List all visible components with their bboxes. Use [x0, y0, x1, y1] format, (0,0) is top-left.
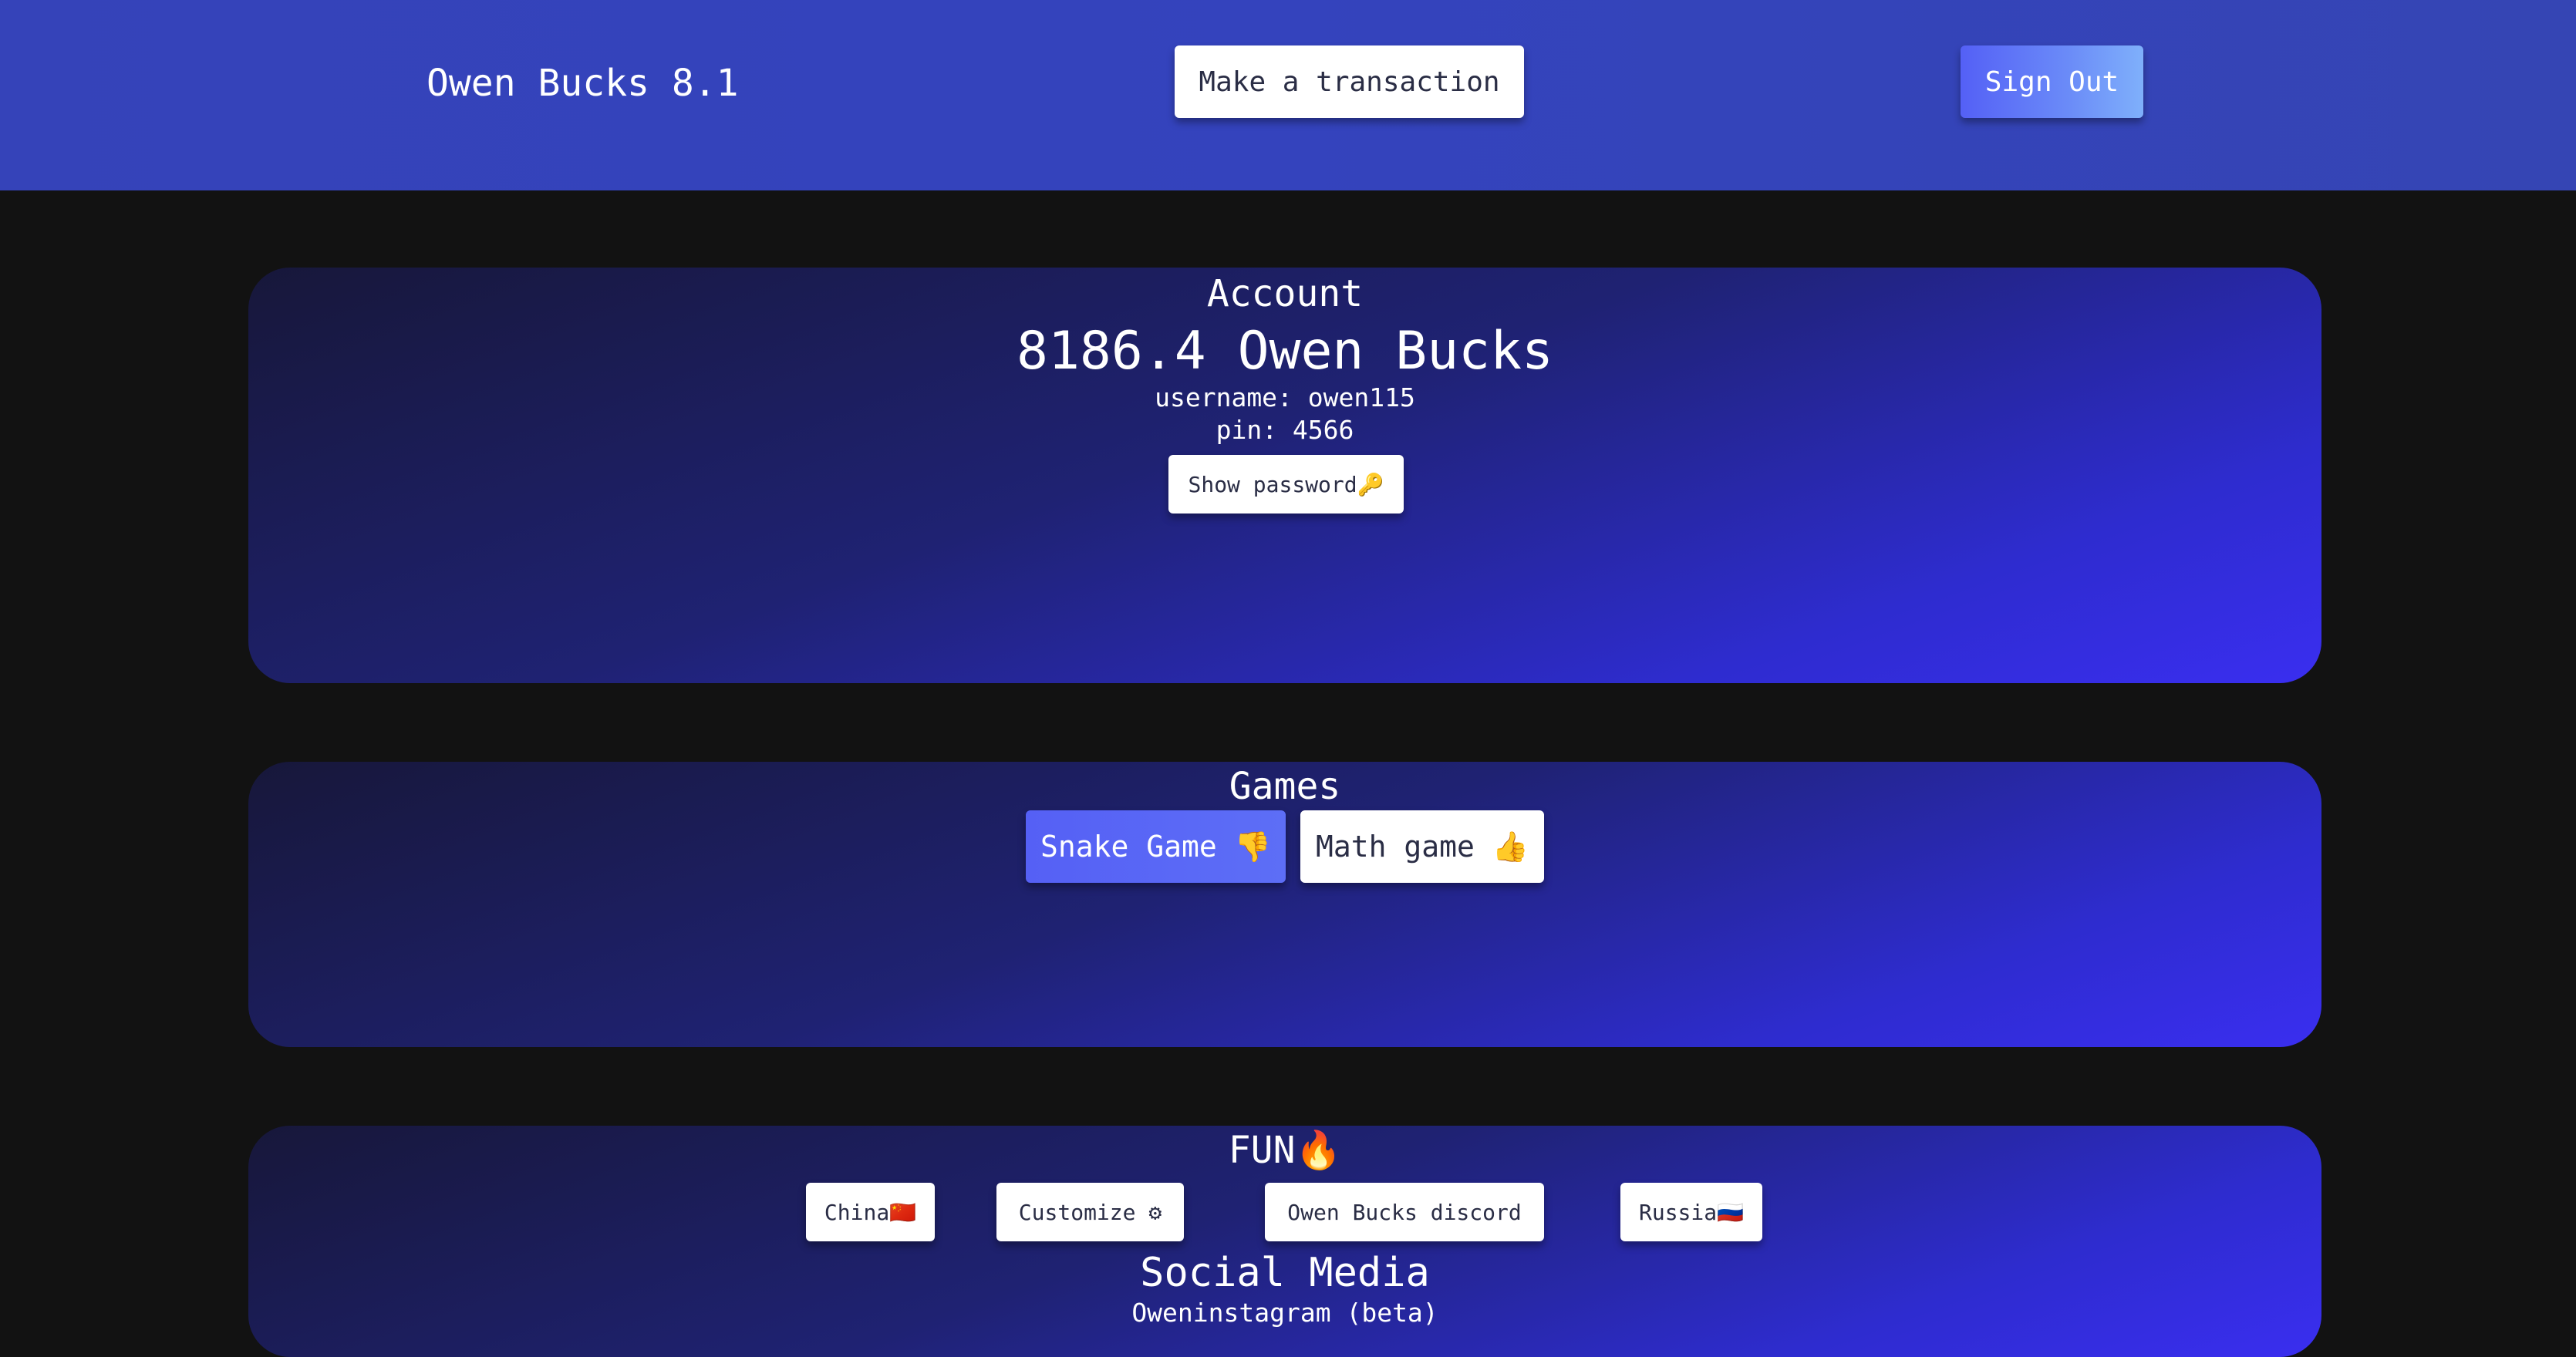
make-transaction-button[interactable]: Make a transaction	[1175, 45, 1524, 118]
account-heading: Account	[1206, 272, 1364, 315]
russia-button[interactable]: Russia🇷🇺	[1620, 1183, 1762, 1241]
customize-button[interactable]: Customize ⚙	[996, 1183, 1184, 1241]
instagram-link[interactable]: Oweninstagram (beta)	[248, 1297, 2321, 1329]
account-pin: pin: 4566	[1216, 415, 1354, 445]
account-balance: 8186.4 Owen Bucks	[1017, 321, 1553, 382]
china-button[interactable]: China🇨🇳	[806, 1183, 935, 1241]
sign-out-button[interactable]: Sign Out	[1961, 45, 2143, 118]
discord-button[interactable]: Owen Bucks discord	[1265, 1183, 1544, 1241]
games-heading: Games	[1229, 765, 1341, 808]
top-navbar: Owen Bucks 8.1 Make a transaction Sign O…	[0, 0, 2576, 190]
fun-heading: FUN🔥	[1228, 1129, 1342, 1172]
fun-card: FUN🔥 China🇨🇳 Customize ⚙ Owen Bucks disc…	[248, 1126, 2321, 1357]
snake-game-button[interactable]: Snake Game 👎	[1026, 810, 1286, 883]
games-card: Games Snake Game 👎 Math game 👍	[248, 762, 2321, 1047]
math-game-button[interactable]: Math game 👍	[1300, 810, 1544, 883]
social-media-heading: Social Media	[1140, 1250, 1430, 1296]
account-card: Account 8186.4 Owen Bucks username: owen…	[248, 268, 2321, 683]
account-username: username: owen115	[1155, 382, 1415, 412]
show-password-button[interactable]: Show password🔑	[1168, 455, 1404, 514]
app-title: Owen Bucks 8.1	[427, 62, 739, 105]
